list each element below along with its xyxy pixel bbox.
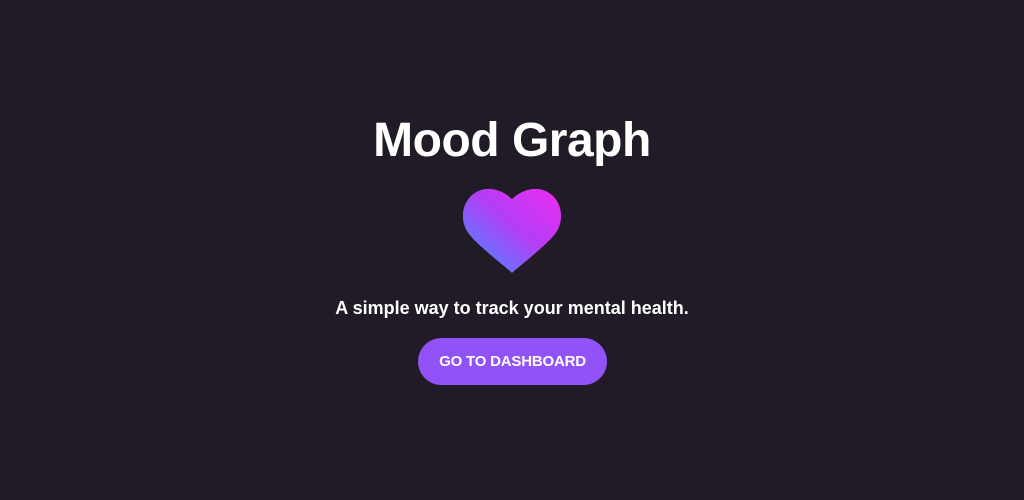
heart-icon: [462, 187, 562, 275]
landing-page: Mood Graph A simple way to track your me…: [0, 0, 1024, 500]
tagline: A simple way to track your mental health…: [335, 298, 689, 318]
go-to-dashboard-button[interactable]: GO TO DASHBOARD: [418, 338, 607, 385]
app-title: Mood Graph: [373, 114, 651, 167]
